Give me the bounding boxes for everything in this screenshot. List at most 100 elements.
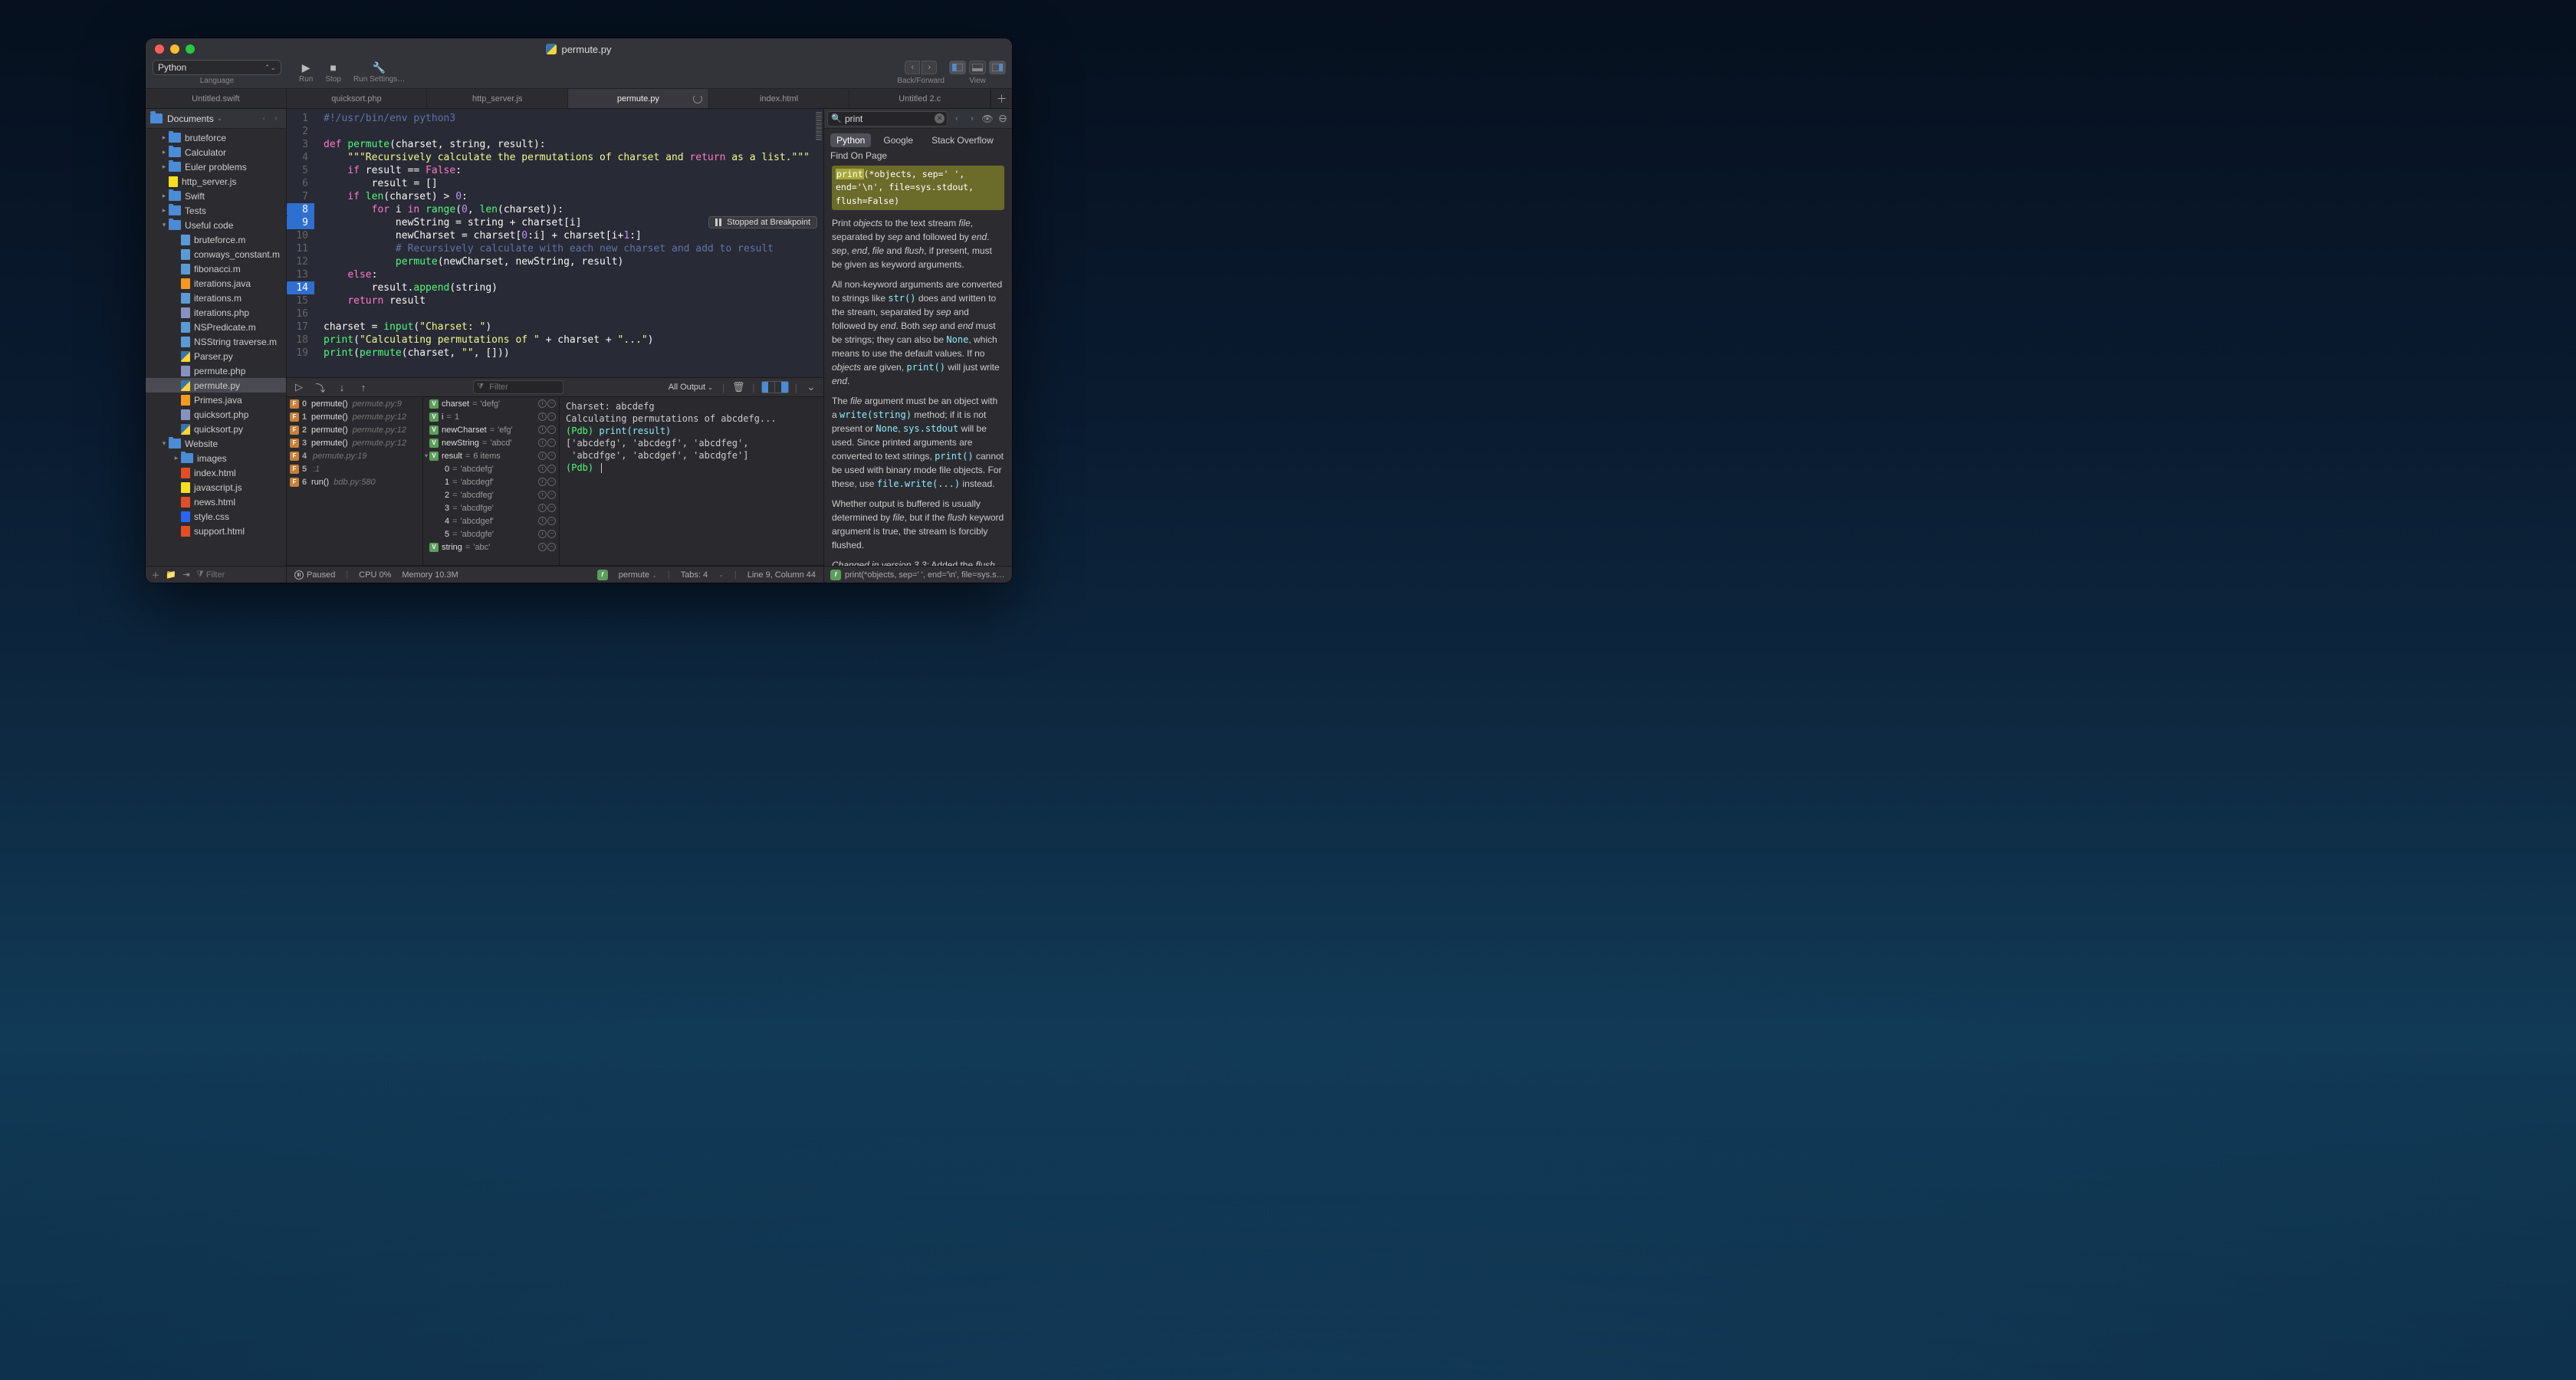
remove-icon[interactable]: − <box>547 504 556 512</box>
info-icon[interactable]: i <box>538 517 547 525</box>
docs-search-input[interactable] <box>827 111 948 127</box>
close-window-button[interactable] <box>155 44 164 54</box>
debug-layout-left[interactable] <box>761 381 775 393</box>
cursor-position[interactable]: Line 9, Column 44 <box>748 570 816 580</box>
variables-panel[interactable]: Vcharset='defg'i−Vi=1i−VnewCharset='efg'… <box>423 397 560 565</box>
file-conways-constant-m[interactable]: conways_constant.m <box>146 247 286 261</box>
step-into-button[interactable]: ↓ <box>334 380 350 394</box>
folder-tests[interactable]: Tests <box>146 203 286 218</box>
continue-button[interactable]: ▷ <box>291 380 307 394</box>
info-icon[interactable]: i <box>538 439 547 447</box>
variable-row[interactable]: 4='abcdgef'i− <box>423 514 559 527</box>
new-tab-button[interactable]: ＋ <box>991 89 1012 108</box>
variable-row[interactable]: 3='abcdfge'i− <box>423 501 559 514</box>
info-icon[interactable]: i <box>538 399 547 408</box>
watch-icon[interactable]: 👁 <box>981 113 994 124</box>
folder-calculator[interactable]: Calculator <box>146 145 286 159</box>
sidebar-nav-forward[interactable]: › <box>271 114 281 123</box>
callstack-panel[interactable]: F 0 permute() permute.py:9F 1 permute() … <box>287 397 423 565</box>
tab-index-html[interactable]: index.html <box>709 89 850 108</box>
remove-icon[interactable]: − <box>547 452 556 460</box>
variable-row[interactable]: Vcharset='defg'i− <box>423 397 559 410</box>
file-fibonacci-m[interactable]: fibonacci.m <box>146 261 286 276</box>
info-icon[interactable]: i <box>538 543 547 551</box>
remove-icon[interactable]: − <box>547 517 556 525</box>
file-parser-py[interactable]: Parser.py <box>146 349 286 363</box>
variable-row[interactable]: ▾Vresult=6 itemsi− <box>423 449 559 462</box>
stack-frame[interactable]: F 1 permute() permute.py:12 <box>287 410 422 423</box>
sidebar-nav-back[interactable]: ‹ <box>258 114 269 123</box>
tab-untitled-swift[interactable]: Untitled.swift <box>146 89 287 108</box>
minimap[interactable] <box>816 112 822 141</box>
file-nsstring-traverse-m[interactable]: NSString traverse.m <box>146 334 286 349</box>
run-settings-button[interactable]: 🔧 Run Settings… <box>347 60 411 84</box>
file-news-html[interactable]: news.html <box>146 495 286 509</box>
view-right-panel-button[interactable] <box>989 61 1006 74</box>
file-support-html[interactable]: support.html <box>146 524 286 538</box>
remove-icon[interactable]: − <box>547 439 556 447</box>
tabs-info[interactable]: Tabs: 4 <box>681 570 708 580</box>
folder-bruteforce[interactable]: bruteforce <box>146 130 286 145</box>
remove-icon[interactable]: − <box>547 530 556 538</box>
variable-row[interactable]: 0='abcdefg'i− <box>423 462 559 475</box>
file-http-server-js[interactable]: http_server.js <box>146 174 286 189</box>
folder-swift[interactable]: Swift <box>146 189 286 203</box>
step-over-button[interactable]: ⤵ <box>313 380 328 394</box>
folder-useful-code[interactable]: Useful code <box>146 218 286 232</box>
info-icon[interactable]: i <box>538 452 547 460</box>
file-style-css[interactable]: style.css <box>146 509 286 524</box>
search-next-button[interactable]: › <box>966 113 978 125</box>
action-button[interactable]: ⇥ <box>181 570 192 580</box>
tab-permute-py[interactable]: permute.py <box>568 89 709 108</box>
remove-icon[interactable]: − <box>547 426 556 434</box>
disclosure-arrow[interactable] <box>159 221 169 229</box>
variable-row[interactable]: Vstring='abc'i− <box>423 540 559 554</box>
find-on-page-link[interactable]: Find On Page <box>824 150 1012 166</box>
info-icon[interactable]: i <box>538 530 547 538</box>
debug-filter-input[interactable] <box>473 380 563 394</box>
output-selector[interactable]: All Output⌄ <box>665 383 716 392</box>
disclosure-arrow[interactable] <box>159 192 169 200</box>
stack-frame[interactable]: F 2 permute() permute.py:12 <box>287 423 422 436</box>
stop-button[interactable]: ■ Stop <box>319 60 347 84</box>
remove-icon[interactable]: − <box>547 399 556 408</box>
debug-layout-right[interactable] <box>775 381 789 393</box>
remove-icon[interactable]: − <box>547 465 556 473</box>
debug-filter[interactable]: ⧩ <box>473 380 563 394</box>
file-bruteforce-m[interactable]: bruteforce.m <box>146 232 286 247</box>
view-bottom-panel-button[interactable] <box>969 61 986 74</box>
search-prev-button[interactable]: ‹ <box>951 113 963 125</box>
file-iterations-php[interactable]: iterations.php <box>146 305 286 320</box>
info-icon[interactable]: i <box>538 426 547 434</box>
info-icon[interactable]: i <box>538 478 547 486</box>
info-icon[interactable]: i <box>538 504 547 512</box>
nav-forward-button[interactable]: › <box>922 61 937 74</box>
debug-more-button[interactable]: ⌄ <box>803 380 819 394</box>
minimize-window-button[interactable] <box>170 44 179 54</box>
step-out-button[interactable]: ↑ <box>356 380 371 394</box>
remove-icon[interactable]: − <box>547 543 556 551</box>
file-quicksort-py[interactable]: quicksort.py <box>146 422 286 436</box>
nav-back-button[interactable]: ‹ <box>905 61 920 74</box>
tab-http-server-js[interactable]: http_server.js <box>427 89 568 108</box>
docs-tab-google[interactable]: Google <box>877 133 919 147</box>
run-button[interactable]: ▶ Run <box>293 60 319 84</box>
disclosure-arrow[interactable] <box>159 148 169 156</box>
file-permute-php[interactable]: permute.php <box>146 363 286 378</box>
new-file-button[interactable]: ＋ <box>150 569 161 581</box>
folder-website[interactable]: Website <box>146 436 286 451</box>
stack-frame[interactable]: F 3 permute() permute.py:12 <box>287 436 422 449</box>
tab-untitled-2-c[interactable]: Untitled 2.c <box>849 89 991 108</box>
clear-search-button[interactable]: ✕ <box>935 113 945 123</box>
clear-console-button[interactable]: 🗑 <box>731 380 746 394</box>
file-explorer-header[interactable]: Documents ⌄ ‹ › <box>146 109 286 129</box>
sidebar-filter[interactable]: ⧩ Filter <box>196 570 281 580</box>
disclosure-arrow[interactable] <box>159 133 169 142</box>
info-icon[interactable]: i <box>538 465 547 473</box>
disclosure-arrow[interactable] <box>159 206 169 215</box>
remove-icon[interactable]: − <box>547 491 556 499</box>
folder-euler-problems[interactable]: Euler problems <box>146 159 286 174</box>
file-primes-java[interactable]: Primes.java <box>146 393 286 407</box>
stack-frame[interactable]: F 0 permute() permute.py:9 <box>287 397 422 410</box>
new-folder-button[interactable]: 📁 <box>166 570 176 580</box>
